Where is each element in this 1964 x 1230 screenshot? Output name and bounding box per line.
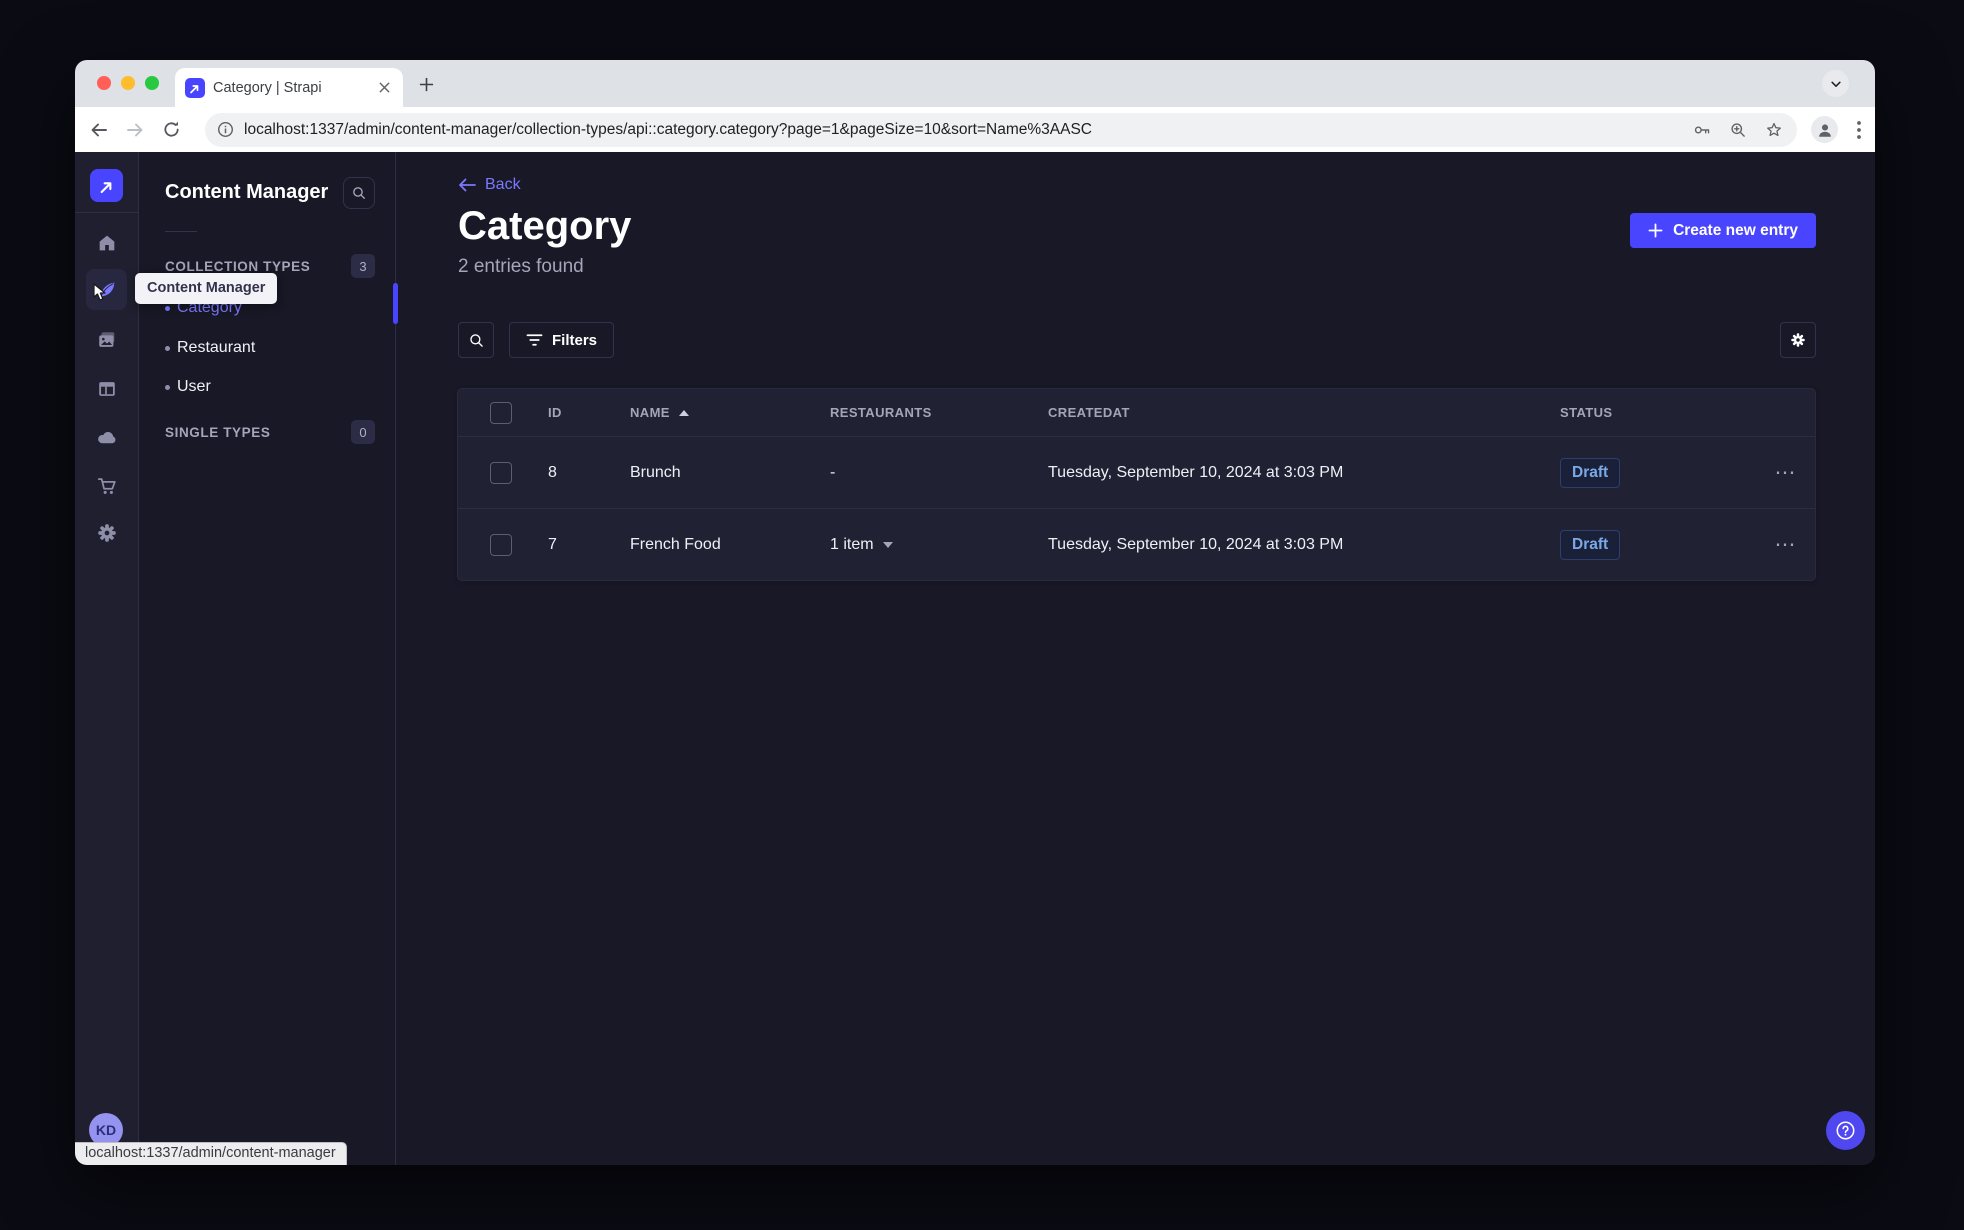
table-row[interactable]: 7 French Food 1 item Tuesday, September …: [458, 508, 1815, 580]
create-new-entry-label: Create new entry: [1673, 221, 1798, 239]
status-bar-link-preview: localhost:1337/admin/content-manager: [75, 1142, 347, 1165]
column-header-createdat[interactable]: CREATEDAT: [1032, 405, 1544, 420]
table-settings-button[interactable]: [1780, 322, 1816, 358]
single-types-section: SINGLE TYPES 0: [139, 418, 395, 446]
content-manager-tooltip: Content Manager: [135, 273, 278, 304]
column-header-name[interactable]: NAME: [614, 405, 814, 420]
collection-types-count-badge: 3: [351, 254, 375, 278]
cell-createdat: Tuesday, September 10, 2024 at 3:03 PM: [1048, 463, 1344, 481]
window-controls: [97, 76, 159, 90]
column-header-id[interactable]: ID: [532, 405, 614, 420]
browser-menu-icon[interactable]: [1850, 118, 1868, 142]
sidebar-item-user[interactable]: User: [139, 372, 395, 402]
content-type-builder-icon[interactable]: [86, 368, 127, 409]
select-all-checkbox[interactable]: [490, 401, 512, 424]
cell-name: French Food: [630, 535, 721, 553]
cell-id: 8: [548, 463, 557, 481]
sidebar-title: Content Manager: [165, 181, 329, 203]
cell-createdat: Tuesday, September 10, 2024 at 3:03 PM: [1048, 535, 1344, 553]
tab-strip: Category | Strapi: [75, 60, 1875, 107]
sidebar-item-label: Restaurant: [177, 339, 256, 356]
page-title: Category: [458, 204, 632, 248]
browser-tab[interactable]: Category | Strapi: [175, 68, 403, 107]
cell-restaurants[interactable]: 1 item: [814, 536, 1032, 554]
row-checkbox[interactable]: [490, 461, 512, 484]
cell-id: 7: [548, 535, 557, 553]
active-item-indicator: [393, 283, 398, 324]
sort-ascending-icon: [678, 409, 689, 416]
nav-rail: KD: [75, 152, 139, 1165]
column-header-status[interactable]: STATUS: [1544, 405, 1740, 420]
site-info-icon[interactable]: [217, 121, 234, 138]
url-text[interactable]: localhost:1337/admin/content-manager/col…: [244, 121, 1675, 139]
tab-close-icon[interactable]: [375, 79, 393, 97]
media-library-icon[interactable]: [86, 319, 127, 360]
status-badge: Draft: [1560, 529, 1621, 560]
back-nav-icon[interactable]: [89, 120, 109, 140]
profile-avatar-icon[interactable]: [1811, 116, 1838, 143]
rail-divider: [75, 212, 138, 213]
table-search-button[interactable]: [458, 322, 494, 358]
table-header-row: ID NAME RESTAURANTS CREATEDAT STATUS: [458, 389, 1815, 436]
minimize-window-button[interactable]: [121, 76, 135, 90]
tab-search-chevron-icon[interactable]: [1822, 70, 1849, 97]
sidebar-search-button[interactable]: [343, 177, 375, 209]
tab-title: Category | Strapi: [213, 79, 322, 96]
entries-count: 2 entries found: [458, 256, 584, 277]
back-link[interactable]: Back: [458, 176, 521, 194]
password-key-icon[interactable]: [1693, 121, 1711, 139]
help-button[interactable]: [1826, 1111, 1865, 1150]
marketplace-cart-icon[interactable]: [86, 465, 127, 506]
create-new-entry-button[interactable]: Create new entry: [1630, 213, 1816, 248]
single-types-label: SINGLE TYPES: [165, 424, 271, 440]
row-actions-menu[interactable]: ⋯: [1740, 532, 1815, 557]
filter-icon: [526, 334, 543, 346]
plus-icon: [1648, 223, 1663, 238]
chevron-down-icon: [882, 541, 893, 548]
reload-icon[interactable]: [161, 120, 181, 140]
back-arrow-icon: [459, 178, 476, 192]
table-row[interactable]: 8 Brunch - Tuesday, September 10, 2024 a…: [458, 436, 1815, 508]
maximize-window-button[interactable]: [145, 76, 159, 90]
close-window-button[interactable]: [97, 76, 111, 90]
strapi-admin: KD Content Manager COLLECTION TYPES 3 Ca…: [75, 152, 1875, 1165]
browser-window: Category | Strapi localhost:1337/admin/c…: [75, 60, 1875, 1165]
home-icon[interactable]: [86, 222, 127, 263]
new-tab-button[interactable]: [415, 73, 437, 95]
collection-types-label: COLLECTION TYPES: [165, 258, 311, 274]
sidebar-item-restaurant[interactable]: Restaurant: [139, 333, 395, 363]
cell-name: Brunch: [630, 463, 681, 481]
back-label: Back: [485, 176, 521, 193]
bookmark-star-icon[interactable]: [1765, 121, 1783, 139]
forward-nav-icon[interactable]: [125, 120, 145, 140]
mouse-cursor: [91, 282, 109, 307]
filters-button[interactable]: Filters: [509, 322, 615, 358]
sidebar-item-label: User: [177, 378, 211, 395]
entries-table: ID NAME RESTAURANTS CREATEDAT STATUS 8 B…: [457, 388, 1816, 581]
row-actions-menu[interactable]: ⋯: [1740, 460, 1815, 485]
strapi-logo[interactable]: [90, 169, 123, 202]
strapi-favicon: [185, 77, 205, 98]
row-checkbox[interactable]: [490, 533, 512, 556]
main-content: Back Category 2 entries found Create new…: [396, 152, 1875, 1165]
cell-restaurants: -: [830, 463, 836, 481]
sidebar-divider: [165, 231, 197, 232]
zoom-icon[interactable]: [1729, 121, 1747, 139]
settings-gear-icon[interactable]: [86, 512, 127, 553]
status-badge: Draft: [1560, 457, 1621, 488]
url-bar[interactable]: localhost:1337/admin/content-manager/col…: [205, 112, 1797, 147]
filters-label: Filters: [552, 331, 598, 349]
single-types-count-badge: 0: [351, 420, 375, 444]
browser-toolbar: localhost:1337/admin/content-manager/col…: [75, 107, 1875, 152]
column-header-restaurants[interactable]: RESTAURANTS: [814, 405, 1032, 420]
cloud-icon[interactable]: [86, 416, 127, 457]
